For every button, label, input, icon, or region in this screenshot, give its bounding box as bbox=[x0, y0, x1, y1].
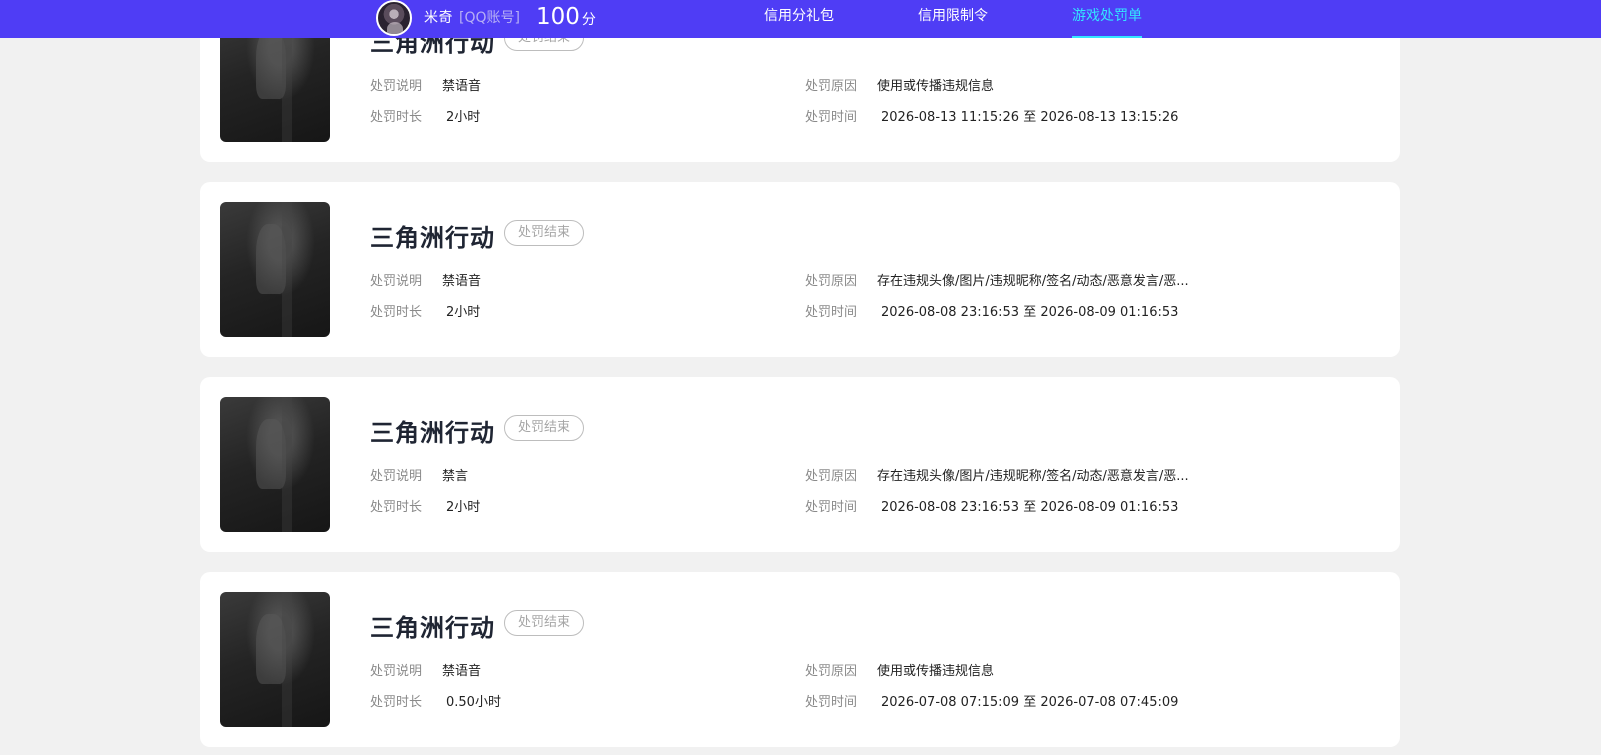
time-label: 处罚时间 bbox=[805, 500, 858, 515]
credit-score-value: 100 bbox=[535, 3, 580, 30]
description-value: 禁语音 bbox=[442, 274, 482, 289]
description-value: 禁语音 bbox=[442, 664, 482, 679]
credit-score-unit: 分 bbox=[581, 12, 596, 28]
reason-label: 处罚原因 bbox=[805, 79, 858, 94]
tab-credit-restriction-order[interactable]: 信用限制令 bbox=[918, 0, 988, 38]
description-label: 处罚说明 bbox=[370, 274, 423, 289]
reason-label: 处罚原因 bbox=[805, 469, 858, 484]
user-name: 米奇 bbox=[424, 10, 453, 26]
time-value: 2026-08-08 23:16:53 至 2026-08-09 01:16:5… bbox=[881, 305, 1179, 320]
account-type: [QQ账号] bbox=[459, 10, 520, 26]
duration-label: 处罚时长 bbox=[370, 695, 423, 710]
time-value: 2026-08-13 11:15:26 至 2026-08-13 13:15:2… bbox=[881, 110, 1179, 125]
user-info: 米奇 [QQ账号] 100 分 bbox=[376, 0, 596, 36]
status-badge: 处罚结束 bbox=[504, 415, 585, 441]
duration-value: 0.50小时 bbox=[446, 695, 501, 710]
description-label: 处罚说明 bbox=[370, 664, 423, 679]
tab-game-penalty-list[interactable]: 游戏处罚单 bbox=[1072, 0, 1142, 38]
time-value: 2026-07-08 07:15:09 至 2026-07-08 07:45:0… bbox=[881, 695, 1179, 710]
game-title: 三角洲行动 bbox=[370, 419, 495, 447]
penalty-record-card: 三角洲行动 处罚结束 处罚说明 禁语音 处罚原因 存在违规头像/图片/违规昵称/… bbox=[200, 182, 1400, 357]
reason-label: 处罚原因 bbox=[805, 664, 858, 679]
duration-label: 处罚时长 bbox=[370, 110, 423, 125]
game-cover-image bbox=[220, 202, 330, 337]
duration-label: 处罚时长 bbox=[370, 500, 423, 515]
duration-value: 2小时 bbox=[446, 110, 481, 125]
reason-value: 使用或传播违规信息 bbox=[877, 79, 995, 94]
reason-value: 存在违规头像/图片/违规昵称/签名/动态/恶意发言/恶... bbox=[877, 469, 1189, 484]
duration-value: 2小时 bbox=[446, 305, 481, 320]
status-badge: 处罚结束 bbox=[504, 610, 585, 636]
game-title: 三角洲行动 bbox=[370, 224, 495, 252]
description-value: 禁语音 bbox=[442, 79, 482, 94]
duration-label: 处罚时长 bbox=[370, 305, 423, 320]
status-badge: 处罚结束 bbox=[504, 220, 585, 246]
penalty-record-card: 三角洲行动 处罚结束 处罚说明 禁语音 处罚原因 使用或传播违规信息 处罚时长 … bbox=[200, 572, 1400, 747]
top-nav-bar: 米奇 [QQ账号] 100 分 信用分礼包 信用限制令 游戏处罚单 bbox=[0, 0, 1601, 38]
duration-value: 2小时 bbox=[446, 500, 481, 515]
tab-credit-gift-pack[interactable]: 信用分礼包 bbox=[764, 0, 834, 38]
reason-label: 处罚原因 bbox=[805, 274, 858, 289]
time-label: 处罚时间 bbox=[805, 110, 858, 125]
game-cover-image bbox=[220, 592, 330, 727]
reason-value: 使用或传播违规信息 bbox=[877, 664, 995, 679]
avatar[interactable] bbox=[376, 0, 412, 36]
description-label: 处罚说明 bbox=[370, 79, 423, 94]
game-cover-image bbox=[220, 397, 330, 532]
time-label: 处罚时间 bbox=[805, 305, 858, 320]
time-value: 2026-08-08 23:16:53 至 2026-08-09 01:16:5… bbox=[881, 500, 1179, 515]
time-label: 处罚时间 bbox=[805, 695, 858, 710]
reason-value: 存在违规头像/图片/违规昵称/签名/动态/恶意发言/恶... bbox=[877, 274, 1189, 289]
game-title: 三角洲行动 bbox=[370, 614, 495, 642]
description-value: 禁言 bbox=[442, 469, 469, 484]
penalty-record-card: 三角洲行动 处罚结束 处罚说明 禁言 处罚原因 存在违规头像/图片/违规昵称/签… bbox=[200, 377, 1400, 552]
description-label: 处罚说明 bbox=[370, 469, 423, 484]
